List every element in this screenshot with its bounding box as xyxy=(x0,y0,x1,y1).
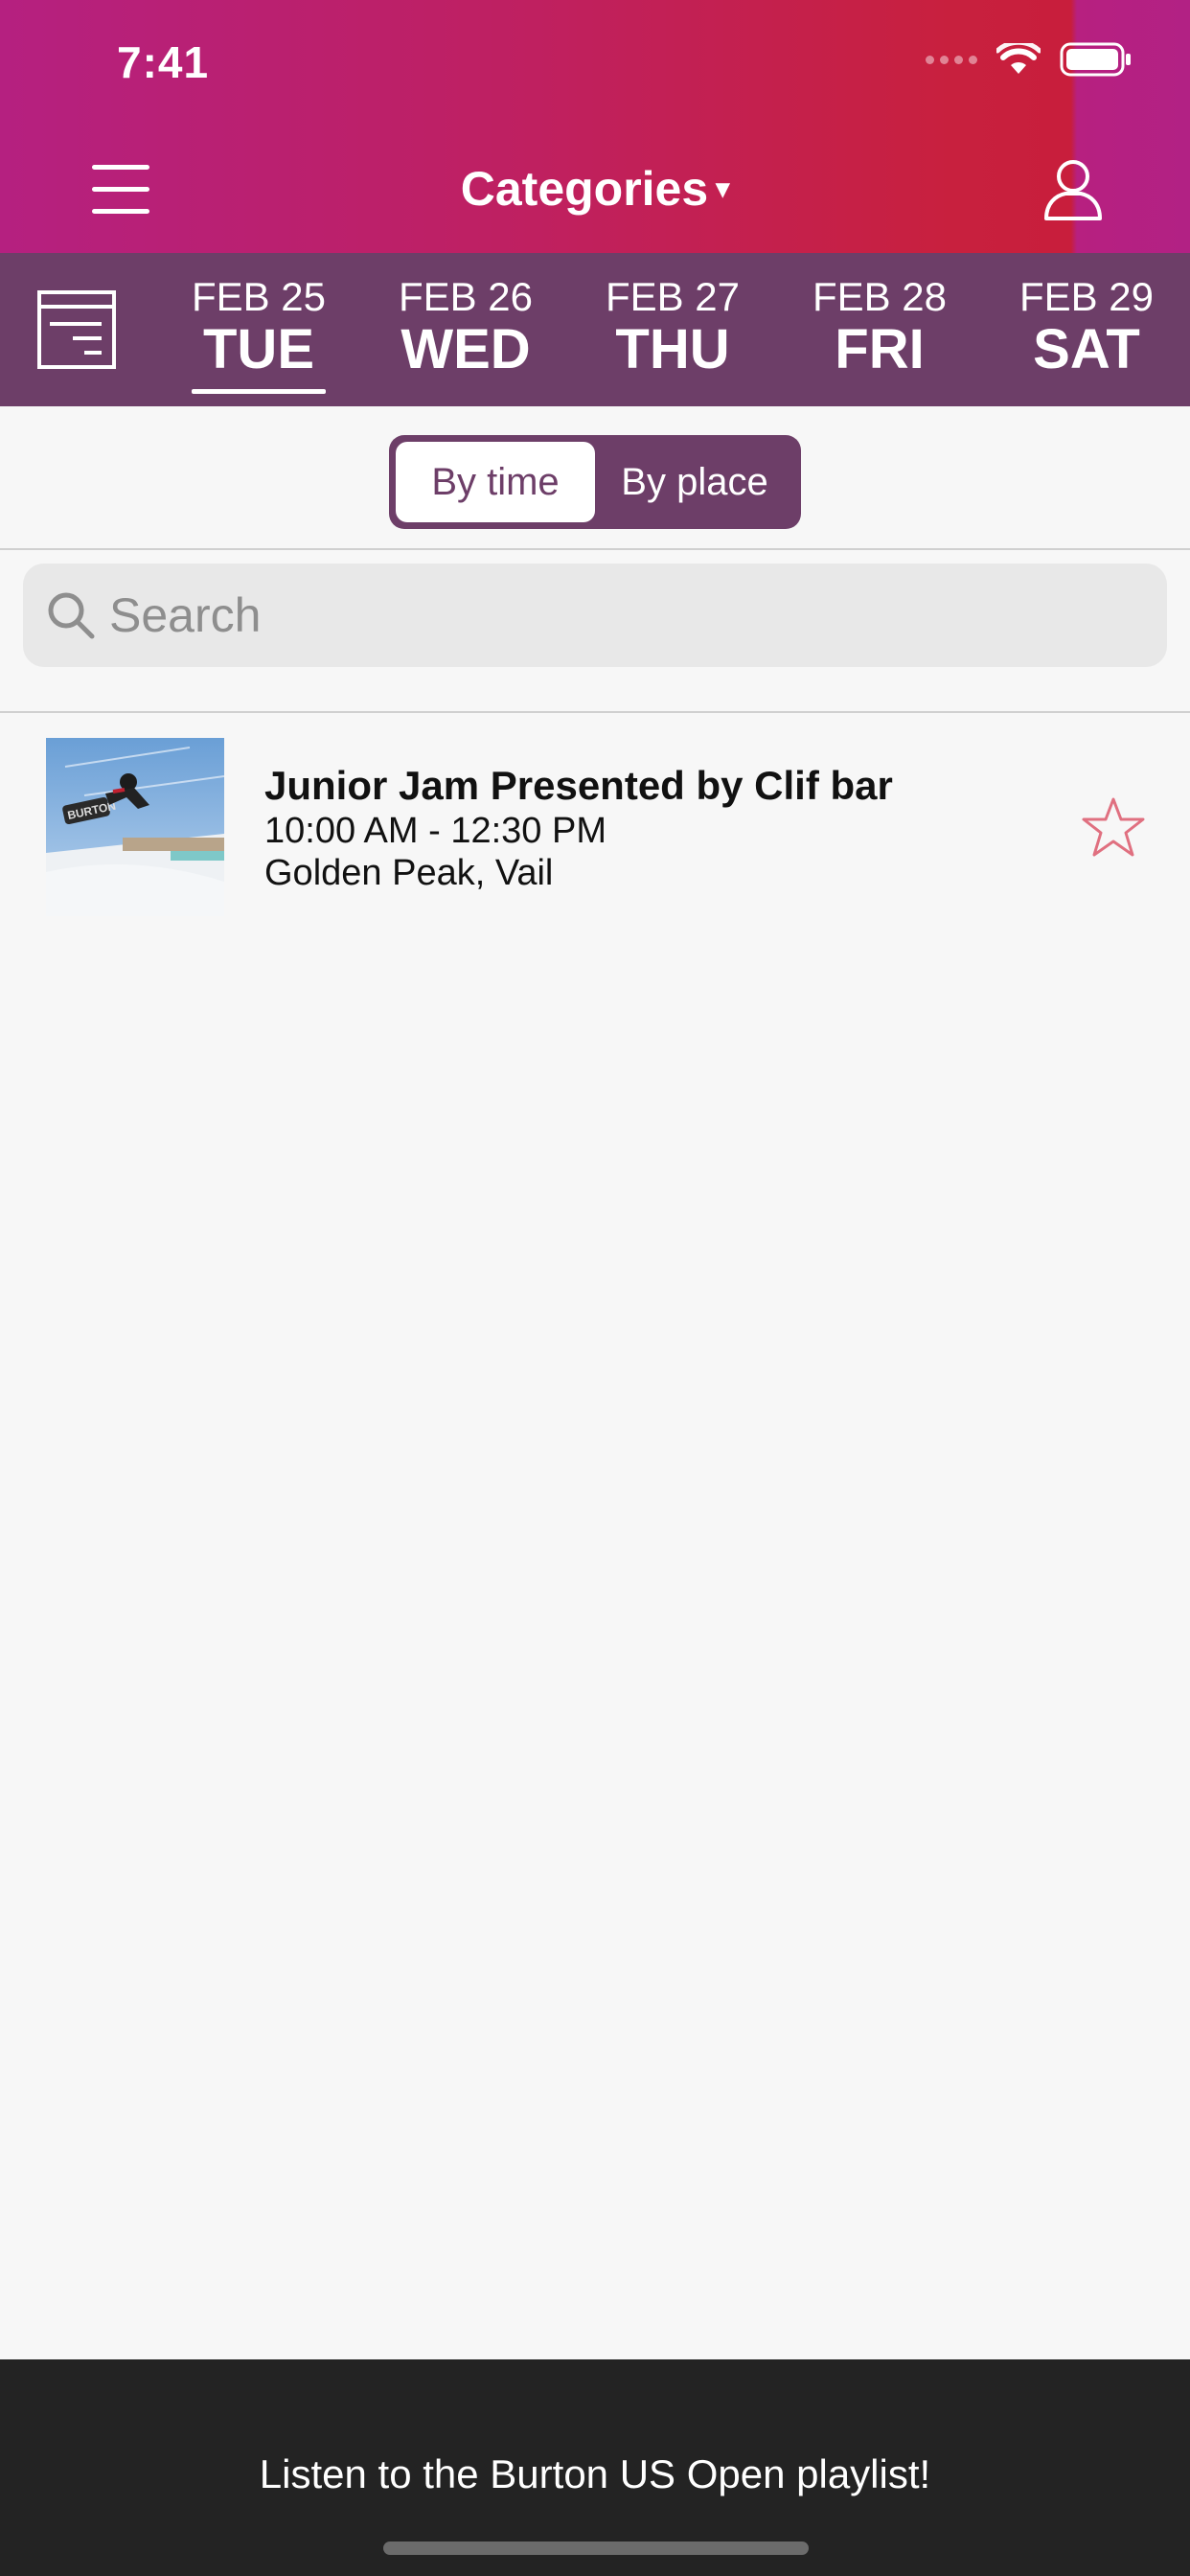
date-tab-feb-26[interactable]: FEB 26 WED xyxy=(379,274,552,380)
home-indicator xyxy=(383,2542,809,2555)
date-selector: FEB 25 TUE FEB 26 WED FEB 27 THU FEB 28 … xyxy=(0,253,1190,406)
date-month-day: FEB 27 xyxy=(605,274,741,319)
divider xyxy=(0,548,1190,550)
date-tab-feb-28[interactable]: FEB 28 FRI xyxy=(793,274,966,380)
date-month-day: FEB 26 xyxy=(398,274,534,319)
categories-dropdown[interactable]: Categories ▾ xyxy=(0,161,1190,217)
user-profile-icon[interactable] xyxy=(1042,157,1104,224)
favorite-star-icon[interactable] xyxy=(1081,795,1146,859)
date-month-day: FEB 25 xyxy=(191,274,327,319)
event-title: Junior Jam Presented by Clif bar xyxy=(264,763,893,808)
battery-icon xyxy=(1060,42,1131,77)
date-tab-feb-25[interactable]: FEB 25 TUE xyxy=(172,274,345,394)
wifi-icon xyxy=(996,43,1041,74)
view-mode-segment: By time By place xyxy=(389,435,801,529)
schedule-list-icon[interactable] xyxy=(36,289,117,370)
date-weekday: SAT xyxy=(1033,318,1140,380)
playlist-banner[interactable]: Listen to the Burton US Open playlist! xyxy=(0,2359,1190,2576)
caret-down-icon: ▾ xyxy=(716,173,730,203)
date-tab-feb-29[interactable]: FEB 29 SAT xyxy=(1000,274,1173,380)
event-list-item[interactable]: BURTON Junior Jam Presented by Clif bar … xyxy=(0,713,1190,939)
search-icon xyxy=(48,592,95,639)
date-month-day: FEB 28 xyxy=(812,274,948,319)
segment-by-time[interactable]: By time xyxy=(396,442,595,522)
date-weekday: FRI xyxy=(835,318,925,380)
date-weekday: WED xyxy=(400,318,531,380)
status-indicators xyxy=(926,42,1133,77)
search-bar xyxy=(23,564,1167,667)
event-location: Golden Peak, Vail xyxy=(264,853,554,893)
date-weekday: TUE xyxy=(203,318,314,380)
nav-bar: Categories ▾ xyxy=(0,144,1190,240)
app-screen: 7:41 Categories ▾ FEB 25 TUE FEB 26 WED … xyxy=(0,0,1190,2576)
date-month-day: FEB 29 xyxy=(1018,274,1155,319)
search-input[interactable] xyxy=(109,564,1144,667)
app-header: 7:41 Categories ▾ xyxy=(0,0,1190,253)
date-weekday: THU xyxy=(615,318,730,380)
playlist-banner-text: Listen to the Burton US Open playlist! xyxy=(259,2451,931,2496)
segment-by-place[interactable]: By place xyxy=(595,442,794,522)
cellular-signal-icon xyxy=(926,55,977,64)
event-thumbnail-image: BURTON xyxy=(46,738,224,916)
event-time: 10:00 AM - 12:30 PM xyxy=(264,811,606,851)
date-tab-feb-27[interactable]: FEB 27 THU xyxy=(586,274,759,380)
categories-label: Categories xyxy=(460,162,709,216)
status-time: 7:41 xyxy=(117,37,210,87)
